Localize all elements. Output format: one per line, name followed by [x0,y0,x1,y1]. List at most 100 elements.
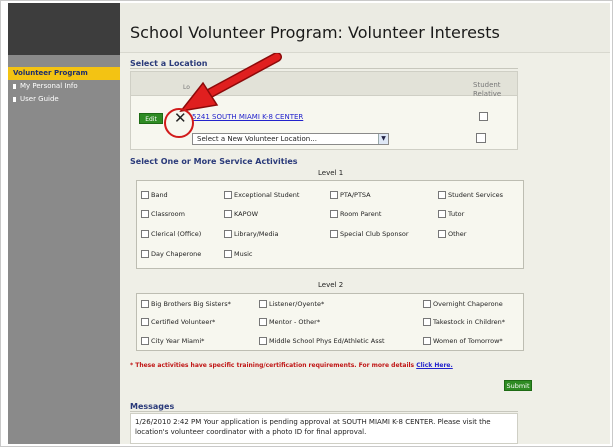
app-frame: Volunteer Program My Personal Info User … [0,0,613,447]
edit-button[interactable]: Edit [139,113,163,124]
new-location-select[interactable]: Select a New Volunteer Location... ▼ [192,133,389,145]
activity-label: Listener/Oyente* [269,300,325,308]
activity-checkbox[interactable]: Music [224,250,253,258]
messages-body: 1/26/2010 2:42 PM Your application is pe… [130,413,518,444]
checkbox-icon[interactable] [423,300,431,308]
checkbox-icon[interactable] [259,318,267,326]
checkbox-icon[interactable] [141,230,149,238]
checkbox-icon[interactable] [330,210,338,218]
activity-label: KAPOW [234,210,259,218]
activity-checkbox[interactable]: PTA/PTSA [330,191,371,199]
student-relative-header: Student Relative [473,81,502,98]
checkbox-icon[interactable] [330,191,338,199]
activity-label: Band [151,191,168,199]
student-relative-checkbox[interactable] [479,112,488,121]
checkbox-icon[interactable] [224,230,232,238]
arrow-annotation-icon [179,53,282,113]
activity-label: Big Brothers Big Sisters* [151,300,231,308]
activity-checkbox[interactable]: Tutor [438,210,464,218]
activity-checkbox[interactable]: Band [141,191,168,199]
checkbox-icon[interactable] [141,250,149,258]
bullet-icon [13,96,16,102]
activity-label: City Year Miami* [151,337,205,345]
activity-checkbox[interactable]: Library/Media [224,230,278,238]
activity-label: Day Chaperone [151,250,202,258]
activity-label: Tutor [448,210,465,218]
services-section-title: Select One or More Service Activities [130,157,298,166]
bullet-icon [13,83,16,89]
checkbox-icon[interactable] [224,191,232,199]
activity-label: Exceptional Student [234,191,300,199]
activity-checkbox[interactable]: Student Services [438,191,503,199]
new-location-student-relative-checkbox[interactable] [476,133,486,143]
activity-checkbox[interactable]: Room Parent [330,210,381,218]
activity-label: Room Parent [340,210,382,218]
activity-checkbox[interactable]: Women of Tomorrow* [423,337,503,345]
messages-title: Messages [130,402,175,411]
checkbox-icon[interactable] [141,210,149,218]
activity-label: Middle School Phys Ed/Athletic Asst [269,337,385,345]
checkbox-icon[interactable] [259,300,267,308]
activity-checkbox[interactable]: Classroom [141,210,185,218]
page-header: School Volunteer Program: Volunteer Inte… [120,3,610,53]
sidebar-item-label: User Guide [20,95,59,103]
activity-checkbox[interactable]: Exceptional Student [224,191,299,199]
activity-checkbox[interactable]: Mentor - Other* [259,318,320,326]
page-title: School Volunteer Program: Volunteer Inte… [130,23,500,42]
activity-label: Classroom [151,210,185,218]
activity-checkbox[interactable]: Middle School Phys Ed/Athletic Asst [259,337,385,345]
activity-label: Certified Volunteer* [151,318,216,326]
sidebar-item-label: Volunteer Program [13,69,88,77]
new-location-select-value: Select a New Volunteer Location... [197,135,317,143]
sidebar-item-volunteer-program[interactable]: Volunteer Program [8,67,120,80]
circle-annotation [164,108,194,138]
activity-checkbox[interactable]: Day Chaperone [141,250,201,258]
activity-checkbox[interactable]: Special Club Sponsor [330,230,409,238]
requirements-note-text: * These activities have specific trainin… [130,362,417,369]
activity-checkbox[interactable]: Listener/Oyente* [259,300,324,308]
checkbox-icon[interactable] [224,210,232,218]
activity-label: Special Club Sponsor [340,230,409,238]
activity-label: Library/Media [234,230,279,238]
activity-checkbox[interactable]: Takestock in Children* [423,318,505,326]
checkbox-icon[interactable] [259,337,267,345]
checkbox-icon[interactable] [423,318,431,326]
chevron-down-icon[interactable]: ▼ [378,134,388,144]
activity-checkbox[interactable]: City Year Miami* [141,337,204,345]
activity-checkbox[interactable]: Clerical (Office) [141,230,201,238]
click-here-link[interactable]: Click Here. [416,362,453,369]
checkbox-icon[interactable] [141,318,149,326]
activity-label: Other [448,230,467,238]
checkbox-icon[interactable] [438,210,446,218]
activity-label: Takestock in Children* [433,318,506,326]
activity-label: Overnight Chaperone [433,300,503,308]
sidebar-item-user-guide[interactable]: User Guide [8,93,120,106]
divider [130,411,518,412]
checkbox-icon[interactable] [438,230,446,238]
checkbox-icon[interactable] [423,337,431,345]
checkbox-icon[interactable] [141,337,149,345]
sidebar-item-my-personal-info[interactable]: My Personal Info [8,80,120,93]
activity-checkbox[interactable]: Big Brothers Big Sisters* [141,300,231,308]
checkbox-icon[interactable] [330,230,338,238]
checkbox-icon[interactable] [141,300,149,308]
sidebar: Volunteer Program My Personal Info User … [8,3,120,444]
activity-label: Clerical (Office) [151,230,202,238]
checkbox-icon[interactable] [141,191,149,199]
activity-label: Women of Tomorrow* [433,337,503,345]
checkbox-icon[interactable] [438,191,446,199]
activity-checkbox[interactable]: Overnight Chaperone [423,300,503,308]
sidebar-item-label: My Personal Info [20,82,78,90]
activity-label: Music [234,250,253,258]
activity-checkbox[interactable]: Other [438,230,466,238]
level2-label: Level 2 [318,281,344,289]
activity-checkbox[interactable]: KAPOW [224,210,258,218]
checkbox-icon[interactable] [224,250,232,258]
activity-checkbox[interactable]: Certified Volunteer* [141,318,215,326]
submit-button[interactable]: Submit [504,380,532,391]
activity-label: Mentor - Other* [269,318,321,326]
requirements-note: * These activities have specific trainin… [130,362,453,369]
activity-label: Student Services [448,191,504,199]
sidebar-header [8,3,120,55]
level1-label: Level 1 [318,169,344,177]
